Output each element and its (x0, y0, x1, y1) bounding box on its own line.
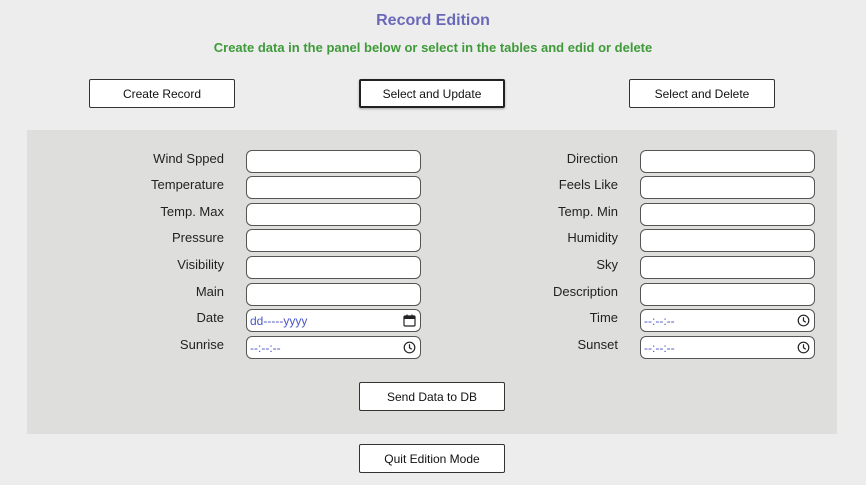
date-label: Date (196, 310, 224, 325)
direction-label: Direction (566, 151, 618, 166)
select-and-delete-button[interactable]: Select and Delete (629, 79, 775, 108)
description-input[interactable] (640, 283, 815, 306)
wind-speed-label: Wind Spped (153, 151, 224, 166)
temperature-input[interactable] (246, 176, 421, 199)
temp-min-input[interactable] (640, 203, 815, 226)
sunset-placeholder: --:--:-- (644, 341, 675, 355)
send-data-button[interactable]: Send Data to DB (359, 382, 505, 411)
sunset-input[interactable]: --:--:-- (640, 336, 815, 359)
temp-max-label: Temp. Max (160, 204, 224, 219)
date-input[interactable]: dd-----yyyy (246, 309, 421, 332)
page-subtitle: Create data in the panel below or select… (213, 40, 653, 55)
pressure-input[interactable] (246, 229, 421, 252)
feels-like-label: Feels Like (558, 177, 618, 192)
time-placeholder: --:--:-- (644, 314, 675, 328)
sunset-label: Sunset (577, 337, 618, 352)
pressure-label: Pressure (171, 230, 224, 245)
visibility-label: Visibility (177, 257, 224, 272)
direction-input[interactable] (640, 150, 815, 173)
clock-icon[interactable] (797, 341, 810, 354)
sunrise-label: Sunrise (179, 337, 224, 352)
main-input[interactable] (246, 283, 421, 306)
sunrise-placeholder: --:--:-- (250, 341, 281, 355)
sunrise-input[interactable]: --:--:-- (246, 336, 421, 359)
temperature-label: Temperature (151, 177, 224, 192)
page-title: Record Edition (376, 12, 490, 29)
temp-max-input[interactable] (246, 203, 421, 226)
visibility-input[interactable] (246, 256, 421, 279)
sky-label: Sky (596, 257, 618, 272)
time-label: Time (589, 310, 618, 325)
date-placeholder: dd-----yyyy (250, 314, 308, 328)
create-record-button[interactable]: Create Record (89, 79, 235, 108)
calendar-icon[interactable] (403, 314, 416, 327)
humidity-label: Humidity (567, 230, 618, 245)
description-label: Description (552, 284, 618, 299)
quit-edition-mode-button[interactable]: Quit Edition Mode (359, 444, 505, 473)
humidity-input[interactable] (640, 229, 815, 252)
clock-icon[interactable] (797, 314, 810, 327)
feels-like-input[interactable] (640, 176, 815, 199)
time-input[interactable]: --:--:-- (640, 309, 815, 332)
main-label: Main (195, 284, 224, 299)
clock-icon[interactable] (403, 341, 416, 354)
temp-min-label: Temp. Min (558, 204, 618, 219)
sky-input[interactable] (640, 256, 815, 279)
select-and-update-button[interactable]: Select and Update (359, 79, 505, 108)
wind-speed-input[interactable] (246, 150, 421, 173)
